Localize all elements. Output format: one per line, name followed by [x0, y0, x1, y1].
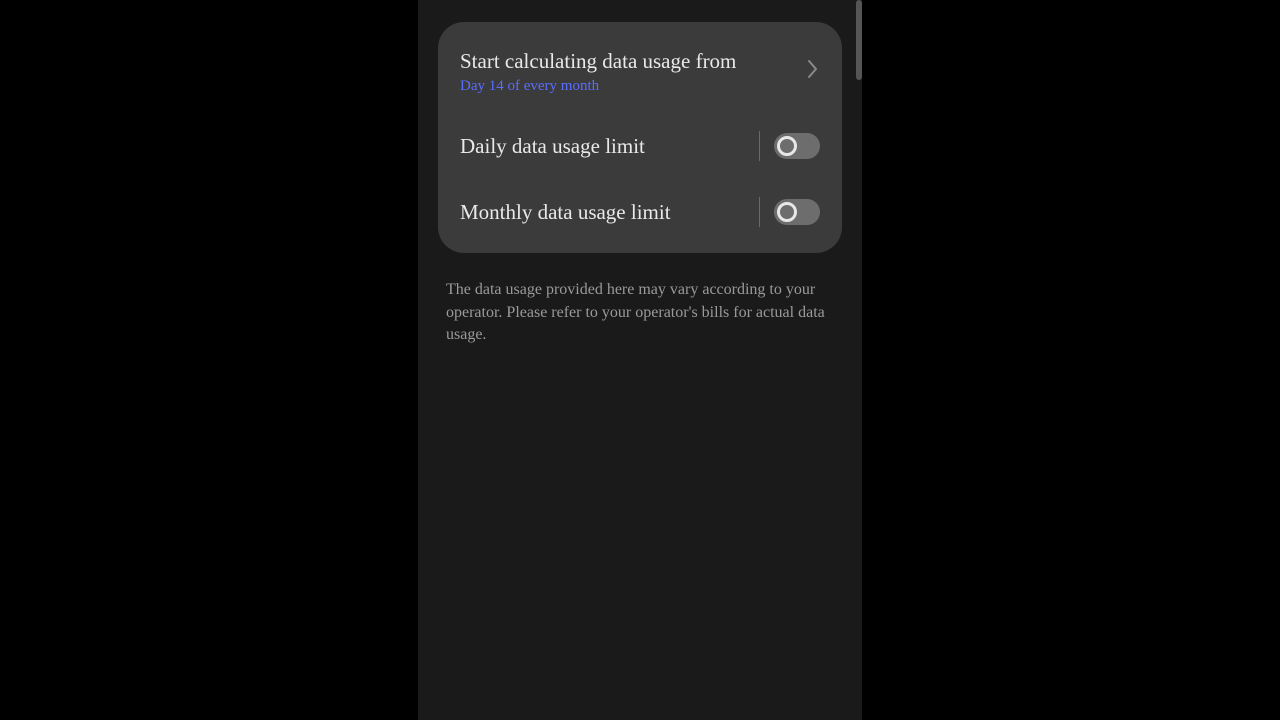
- divider: [759, 131, 760, 161]
- daily-limit-label: Daily data usage limit: [460, 134, 751, 159]
- phone-screen: Start calculating data usage from Day 14…: [418, 0, 862, 720]
- monthly-limit-row[interactable]: Monthly data usage limit: [438, 179, 842, 245]
- start-date-row[interactable]: Start calculating data usage from Day 14…: [438, 30, 842, 113]
- monthly-limit-label: Monthly data usage limit: [460, 200, 751, 225]
- toggle-knob: [777, 136, 797, 156]
- chevron-right-icon: [806, 58, 820, 85]
- toggle-knob: [777, 202, 797, 222]
- disclaimer-text: The data usage provided here may vary ac…: [418, 253, 862, 346]
- start-date-text: Start calculating data usage from Day 14…: [460, 48, 798, 95]
- divider: [759, 197, 760, 227]
- scrollbar-thumb[interactable]: [856, 0, 862, 80]
- stage: Start calculating data usage from Day 14…: [0, 0, 1280, 720]
- start-date-title: Start calculating data usage from: [460, 48, 798, 74]
- monthly-limit-toggle[interactable]: [774, 199, 820, 225]
- start-date-subtitle: Day 14 of every month: [460, 78, 798, 95]
- daily-limit-toggle[interactable]: [774, 133, 820, 159]
- daily-limit-row[interactable]: Daily data usage limit: [438, 113, 842, 179]
- settings-card: Start calculating data usage from Day 14…: [438, 22, 842, 253]
